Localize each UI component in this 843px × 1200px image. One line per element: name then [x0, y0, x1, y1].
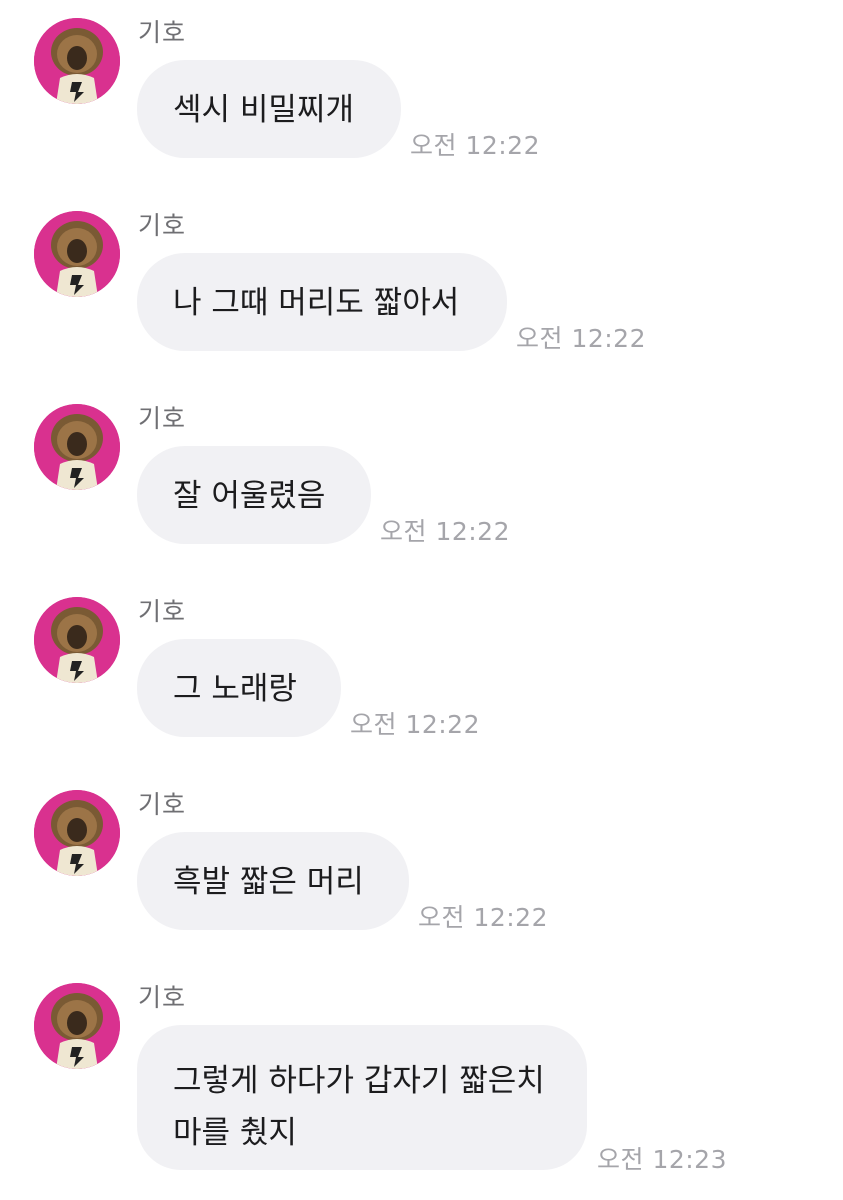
message-bubble[interactable]: 그 노래랑 — [137, 639, 341, 737]
sender-name: 기호 — [138, 597, 187, 626]
message-text-line-2: 마를 췄지 — [173, 1115, 297, 1151]
message-bubble[interactable]: 흑발 짧은 머리 — [137, 832, 409, 930]
timestamp: 오전 12:22 — [418, 903, 548, 932]
message: 기호 나 그때 머리도 짧아서 오전 12:22 — [0, 193, 843, 383]
sender-name: 기호 — [138, 404, 187, 433]
message-text: 그 노래랑 — [173, 671, 297, 707]
profile-photo-icon — [34, 18, 120, 104]
profile-photo-icon — [34, 597, 120, 683]
message-text: 나 그때 머리도 짧아서 — [173, 285, 460, 321]
avatar[interactable] — [34, 983, 120, 1069]
message: 기호 그렇게 하다가 갑자기 짧은치 마를 췄지 오전 12:23 — [0, 965, 843, 1200]
avatar[interactable] — [34, 790, 120, 876]
message: 기호 흑발 짧은 머리 오전 12:22 — [0, 772, 843, 962]
profile-photo-icon — [34, 211, 120, 297]
message-bubble[interactable]: 섹시 비밀찌개 — [137, 60, 401, 158]
avatar[interactable] — [34, 404, 120, 490]
message-text: 흑발 짧은 머리 — [173, 864, 364, 900]
timestamp: 오전 12:22 — [516, 324, 646, 353]
message: 기호 그 노래랑 오전 12:22 — [0, 579, 843, 769]
message: 기호 잘 어울렸음 오전 12:22 — [0, 386, 843, 576]
message-bubble[interactable]: 나 그때 머리도 짧아서 — [137, 253, 507, 351]
sender-name: 기호 — [138, 211, 187, 240]
sender-name: 기호 — [138, 18, 187, 47]
message: 기호 섹시 비밀찌개 오전 12:22 — [0, 0, 843, 190]
profile-photo-icon — [34, 983, 120, 1069]
profile-photo-icon — [34, 790, 120, 876]
message-text: 섹시 비밀찌개 — [173, 92, 354, 128]
sender-name: 기호 — [138, 983, 187, 1012]
avatar[interactable] — [34, 18, 120, 104]
profile-photo-icon — [34, 404, 120, 490]
message-text: 잘 어울렸음 — [173, 478, 326, 514]
avatar[interactable] — [34, 597, 120, 683]
timestamp: 오전 12:22 — [380, 517, 510, 546]
timestamp: 오전 12:22 — [350, 710, 480, 739]
message-bubble[interactable]: 그렇게 하다가 갑자기 짧은치 마를 췄지 — [137, 1025, 587, 1170]
avatar[interactable] — [34, 211, 120, 297]
message-text-line-1: 그렇게 하다가 갑자기 짧은치 — [173, 1063, 545, 1099]
sender-name: 기호 — [138, 790, 187, 819]
timestamp: 오전 12:22 — [410, 131, 540, 160]
timestamp: 오전 12:23 — [597, 1145, 727, 1174]
chat-thread: 기호 섹시 비밀찌개 오전 12:22 기호 나 그때 머리도 짧아서 오전 1… — [0, 0, 843, 1200]
message-bubble[interactable]: 잘 어울렸음 — [137, 446, 371, 544]
